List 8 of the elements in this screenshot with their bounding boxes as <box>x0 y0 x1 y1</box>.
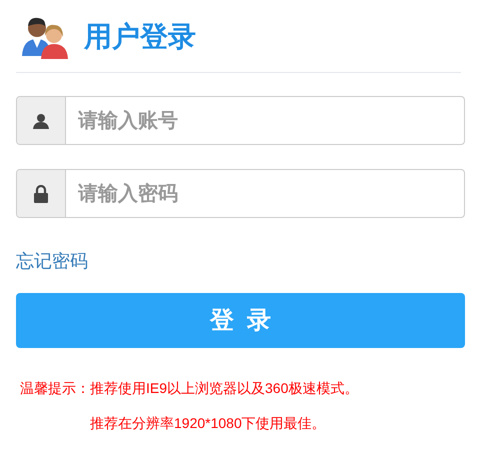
lock-icon <box>33 184 49 202</box>
forgot-password-link[interactable]: 忘记密码 <box>16 248 88 275</box>
page-title: 用户登录 <box>84 20 196 54</box>
tip-label: 温馨提示： <box>20 379 90 398</box>
login-button[interactable]: 登 录 <box>16 293 465 348</box>
person-icon <box>33 112 49 128</box>
tip-text: 推荐使用IE9以上浏览器以及360极速模式。 <box>90 379 360 398</box>
tip-text: 推荐在分辨率1920*1080下使用最佳。 <box>90 414 327 433</box>
